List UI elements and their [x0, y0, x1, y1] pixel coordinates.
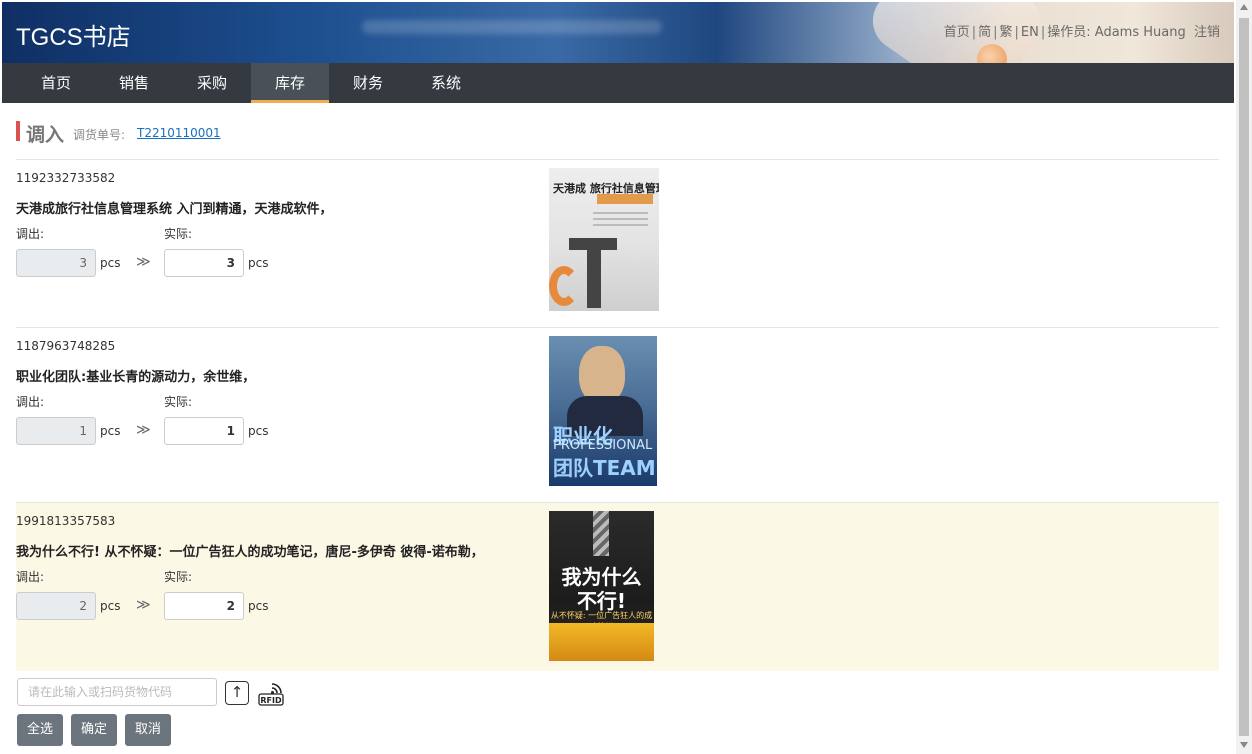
nav-item-sales[interactable]: 销售	[95, 63, 173, 103]
brand-title: TGCS书店	[16, 24, 131, 51]
nav-item-purchase[interactable]: 采购	[173, 63, 251, 103]
operator-name: Adams Huang	[1094, 25, 1186, 40]
unit-label: pcs	[248, 599, 269, 613]
separator: |	[1014, 25, 1019, 40]
item-name: 我为什么不行! 从不怀疑：一位广告狂人的成功笔记，唐尼-多伊奇 彼得-诺布勒，	[16, 545, 484, 560]
top-link-simplified[interactable]: 简	[978, 25, 991, 40]
scroll-down-icon[interactable]	[1240, 742, 1248, 748]
separator: |	[1040, 25, 1046, 40]
actual-qty-input[interactable]: 1	[164, 417, 244, 445]
double-chevron-icon: ≫	[136, 422, 151, 438]
item-code: 1192332733582	[16, 171, 116, 185]
item-code: 1187963748285	[16, 339, 116, 353]
item-row-selected: 1991813357583 我为什么不行! 从不怀疑：一位广告狂人的成功笔记，唐…	[16, 502, 1219, 671]
out-qty-field: 2	[16, 592, 96, 620]
rfid-label: RFID	[260, 696, 282, 705]
book-cover: 职业化 PROFESSIONAL 团队TEAM	[549, 336, 657, 486]
book-cover: 我为什么 不行! 从不怀疑: 一位广告狂人的成功笔记	[549, 511, 654, 661]
nav-item-home[interactable]: 首页	[17, 63, 95, 103]
unit-label: pcs	[248, 256, 269, 270]
barcode-input[interactable]: 请在此输入或扫码货物代码	[17, 678, 217, 706]
book-cover: 天港成 旅行社信息管理系统	[549, 168, 659, 311]
cover-decoration	[549, 266, 579, 306]
top-links: 首页 | 简 | 繁 | EN | 操作员: Adams Huang 注销	[944, 21, 1220, 40]
double-chevron-icon: ≫	[136, 254, 151, 270]
nav-item-finance[interactable]: 财务	[329, 63, 407, 103]
scroll-up-icon[interactable]	[1240, 4, 1248, 10]
double-chevron-icon: ≫	[136, 597, 151, 613]
cover-decoration	[549, 623, 654, 661]
banner-decoration	[362, 20, 662, 34]
app-frame: TGCS书店 首页 | 简 | 繁 | EN | 操作员: Adams Huang 注销 首页 …	[2, 2, 1234, 754]
cover-title-2: 团队TEAM	[553, 456, 656, 480]
doc-number-link[interactable]: T2210110001	[137, 126, 221, 140]
unit-label: pcs	[100, 256, 121, 270]
title-marker	[16, 121, 20, 141]
unit-label: pcs	[100, 599, 121, 613]
cover-decoration	[593, 218, 648, 220]
top-link-english[interactable]: EN	[1021, 25, 1039, 40]
cover-subtitle: PROFESSIONAL	[553, 438, 653, 453]
vertical-scrollbar[interactable]	[1236, 0, 1252, 754]
separator: |	[971, 25, 977, 40]
header-banner: TGCS书店 首页 | 简 | 繁 | EN | 操作员: Adams Huang 注销	[2, 2, 1234, 63]
actual-label: 实际:	[164, 570, 193, 584]
actual-label: 实际:	[164, 227, 193, 241]
out-qty-field: 3	[16, 249, 96, 277]
nav-item-inventory[interactable]: 库存	[251, 63, 329, 103]
operator-label: 操作员:	[1047, 25, 1091, 40]
doc-number-label: 调货单号:	[73, 128, 126, 142]
cover-decoration	[587, 238, 601, 308]
item-name: 天港成旅行社信息管理系统 入门到精通，天港成软件，	[16, 202, 333, 217]
unit-label: pcs	[248, 424, 269, 438]
actual-qty-input[interactable]: 3	[164, 249, 244, 277]
actual-qty-input[interactable]: 2	[164, 592, 244, 620]
logout-link[interactable]: 注销	[1194, 25, 1220, 40]
main-nav: 首页 销售 采购 库存 财务 系统	[2, 63, 1234, 103]
top-link-traditional[interactable]: 繁	[1000, 25, 1013, 40]
item-row: 1187963748285 职业化团队:基业长青的源动力，余世维， 调出: 实际…	[16, 327, 1219, 502]
item-code: 1991813357583	[16, 514, 116, 528]
actual-label: 实际:	[164, 395, 193, 409]
out-label: 调出:	[16, 570, 45, 584]
out-qty-field: 1	[16, 417, 96, 445]
out-label: 调出:	[16, 395, 45, 409]
scrollbar-thumb[interactable]	[1239, 18, 1249, 736]
select-all-button[interactable]: 全选	[17, 714, 64, 746]
rfid-icon[interactable]: RFID	[258, 681, 284, 706]
item-name: 职业化团队:基业长青的源动力，余世维，	[16, 370, 256, 385]
cover-decoration	[593, 212, 648, 214]
item-row: 1192332733582 天港成旅行社信息管理系统 入门到精通，天港成软件， …	[16, 159, 1219, 326]
cover-decoration	[597, 194, 653, 204]
page-title: 调入	[26, 124, 65, 146]
unit-label: pcs	[100, 424, 121, 438]
cover-decoration	[593, 511, 609, 556]
cover-decoration	[593, 224, 648, 226]
cancel-button[interactable]: 取消	[125, 714, 172, 746]
out-label: 调出:	[16, 227, 45, 241]
separator: |	[993, 25, 998, 40]
top-link-home[interactable]: 首页	[944, 25, 970, 40]
nav-item-system[interactable]: 系统	[407, 63, 485, 103]
confirm-button[interactable]: 确定	[71, 714, 118, 746]
upload-arrow-icon[interactable]: ↑	[225, 681, 249, 705]
